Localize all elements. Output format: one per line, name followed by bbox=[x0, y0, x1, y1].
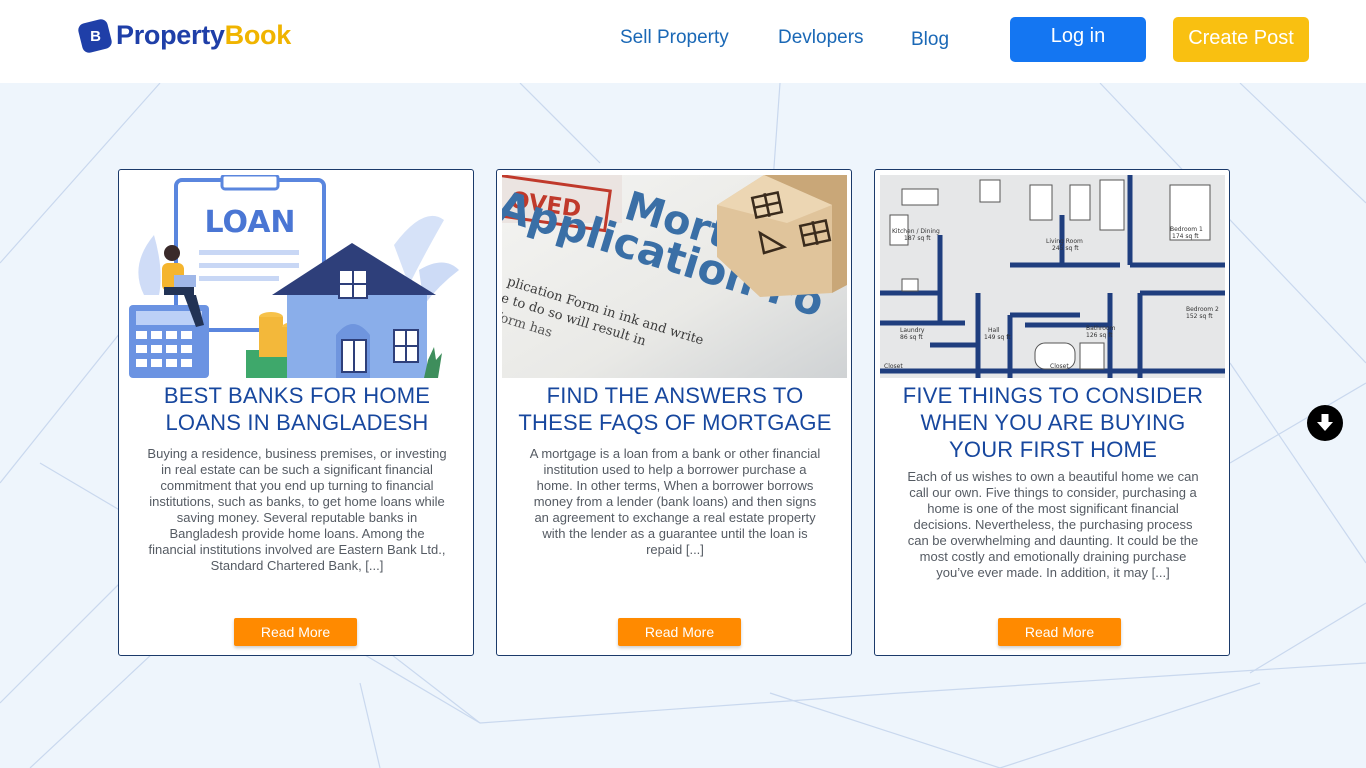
room-name: Kitchen / Dining bbox=[892, 228, 940, 235]
read-more-button[interactable]: Read More bbox=[998, 618, 1121, 646]
site-header: B PropertyBook Sell Property Devlopers B… bbox=[0, 0, 1366, 83]
loan-illustration: LOAN bbox=[124, 175, 469, 378]
login-button[interactable]: Log in bbox=[1010, 17, 1146, 62]
site-logo[interactable]: B PropertyBook bbox=[76, 17, 291, 54]
room-name: Bedroom 1 bbox=[1170, 226, 1203, 233]
logo-mark-letter: B bbox=[89, 27, 101, 44]
post-title[interactable]: FIND THE ANSWERS TO THESE FAQS OF MORTGA… bbox=[517, 382, 833, 436]
post-image-loan[interactable]: LOAN bbox=[124, 175, 469, 378]
room-name: Closet bbox=[884, 363, 903, 370]
room-area: 152 sq ft bbox=[1186, 313, 1213, 320]
logo-text: PropertyBook bbox=[116, 20, 291, 51]
room-area: 174 sq ft bbox=[1172, 233, 1199, 240]
room-name: Closet bbox=[1050, 363, 1069, 370]
nav-blog[interactable]: Blog bbox=[911, 29, 949, 51]
read-more-button[interactable]: Read More bbox=[618, 618, 741, 646]
mortgage-photo: OVED Mortgage Application Fo plication F… bbox=[502, 175, 847, 378]
post-image-floorplan[interactable]: Kitchen / Dining 187 sq ft Living Room 2… bbox=[880, 175, 1225, 378]
room-name: Bathroom bbox=[1086, 325, 1116, 332]
nav-sell-property[interactable]: Sell Property bbox=[620, 27, 729, 49]
room-area: 86 sq ft bbox=[900, 334, 923, 341]
room-area: 126 sq ft bbox=[1086, 332, 1113, 339]
room-name: Hall bbox=[988, 327, 1000, 334]
read-more-button[interactable]: Read More bbox=[234, 618, 357, 646]
floorplan-image: Kitchen / Dining 187 sq ft Living Room 2… bbox=[880, 175, 1225, 378]
post-title[interactable]: FIVE THINGS TO CONSIDER WHEN YOU ARE BUY… bbox=[895, 382, 1211, 463]
post-title[interactable]: BEST BANKS FOR HOME LOANS IN BANGLADESH bbox=[139, 382, 455, 436]
loan-word: LOAN bbox=[204, 205, 295, 240]
blog-card: LOAN BEST BANKS FOR HOME LOANS IN BANGLA… bbox=[118, 169, 474, 656]
arrow-down-glyph bbox=[1317, 414, 1333, 431]
logo-text-secondary: Book bbox=[224, 20, 292, 50]
arrow-down-circle-icon[interactable] bbox=[1307, 405, 1343, 441]
room-name: Bedroom 2 bbox=[1186, 306, 1219, 313]
post-excerpt: Each of us wishes to own a beautiful hom… bbox=[907, 469, 1199, 580]
logo-mark-icon: B bbox=[76, 17, 114, 54]
room-area: 245 sq ft bbox=[1052, 245, 1079, 252]
post-image-mortgage[interactable]: OVED Mortgage Application Fo plication F… bbox=[502, 175, 847, 378]
room-name: Living Room bbox=[1046, 238, 1083, 245]
room-area: 187 sq ft bbox=[904, 235, 931, 242]
post-excerpt: Buying a residence, business premises, o… bbox=[147, 446, 447, 573]
room-name: Laundry bbox=[900, 327, 925, 334]
post-excerpt: A mortgage is a loan from a bank or othe… bbox=[529, 446, 821, 557]
blog-card: OVED Mortgage Application Fo plication F… bbox=[496, 169, 852, 656]
room-area: 149 sq ft bbox=[984, 334, 1011, 341]
create-post-button[interactable]: Create Post bbox=[1173, 17, 1309, 62]
nav-developers[interactable]: Devlopers bbox=[778, 27, 864, 49]
blog-card: Kitchen / Dining 187 sq ft Living Room 2… bbox=[874, 169, 1230, 656]
logo-text-primary: Property bbox=[116, 20, 225, 50]
